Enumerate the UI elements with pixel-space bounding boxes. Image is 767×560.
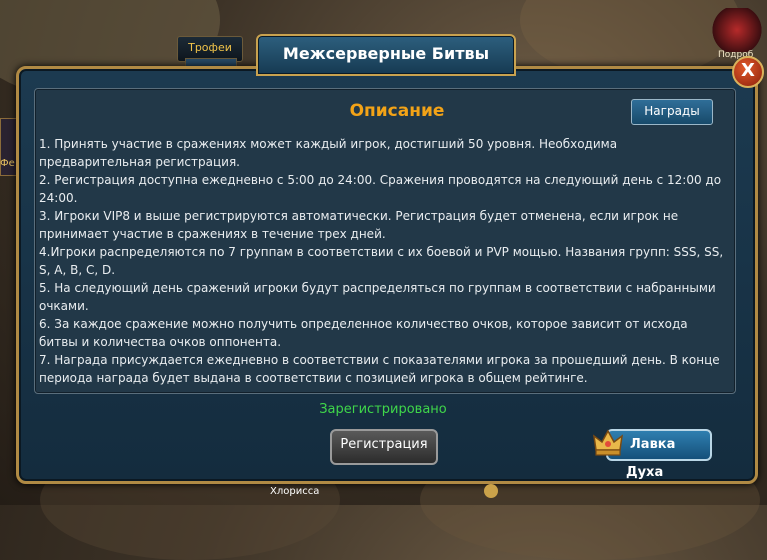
description-heading: Описание — [349, 101, 445, 121]
dragon-icon[interactable] — [710, 8, 764, 52]
description-panel: Описание Награды 1. Принять участие в ср… — [34, 88, 736, 394]
register-button[interactable]: Регистрация — [330, 429, 438, 465]
registration-status: Зарегистрировано — [319, 402, 447, 417]
player-name-label: Хлорисса — [270, 486, 320, 497]
rule-item: 3. Игроки VIP8 и выше регистрируются авт… — [39, 209, 679, 241]
rule-item: 5. На следующий день сражений игроки буд… — [39, 281, 716, 313]
rule-item: 6. За каждое сражение можно получить опр… — [39, 317, 688, 349]
rule-item: 1. Принять участие в сражениях может каж… — [39, 137, 618, 169]
rules-list: 1. Принять участие в сражениях может каж… — [39, 135, 729, 387]
close-button[interactable]: X — [732, 56, 764, 88]
crown-icon — [593, 429, 623, 456]
map-marker-icon — [484, 484, 498, 498]
rule-item: 4.Игроки распределяются по 7 группам в с… — [39, 245, 724, 277]
left-side-label: Фе — [0, 158, 15, 169]
rule-item: 7. Награда присуждается ежедневно в соот… — [39, 353, 720, 385]
rewards-button[interactable]: Награды — [631, 99, 713, 125]
dialog-title: Межсерверные Битвы — [256, 34, 516, 76]
rule-item: 2. Регистрация доступна ежедневно с 5:00… — [39, 173, 722, 205]
